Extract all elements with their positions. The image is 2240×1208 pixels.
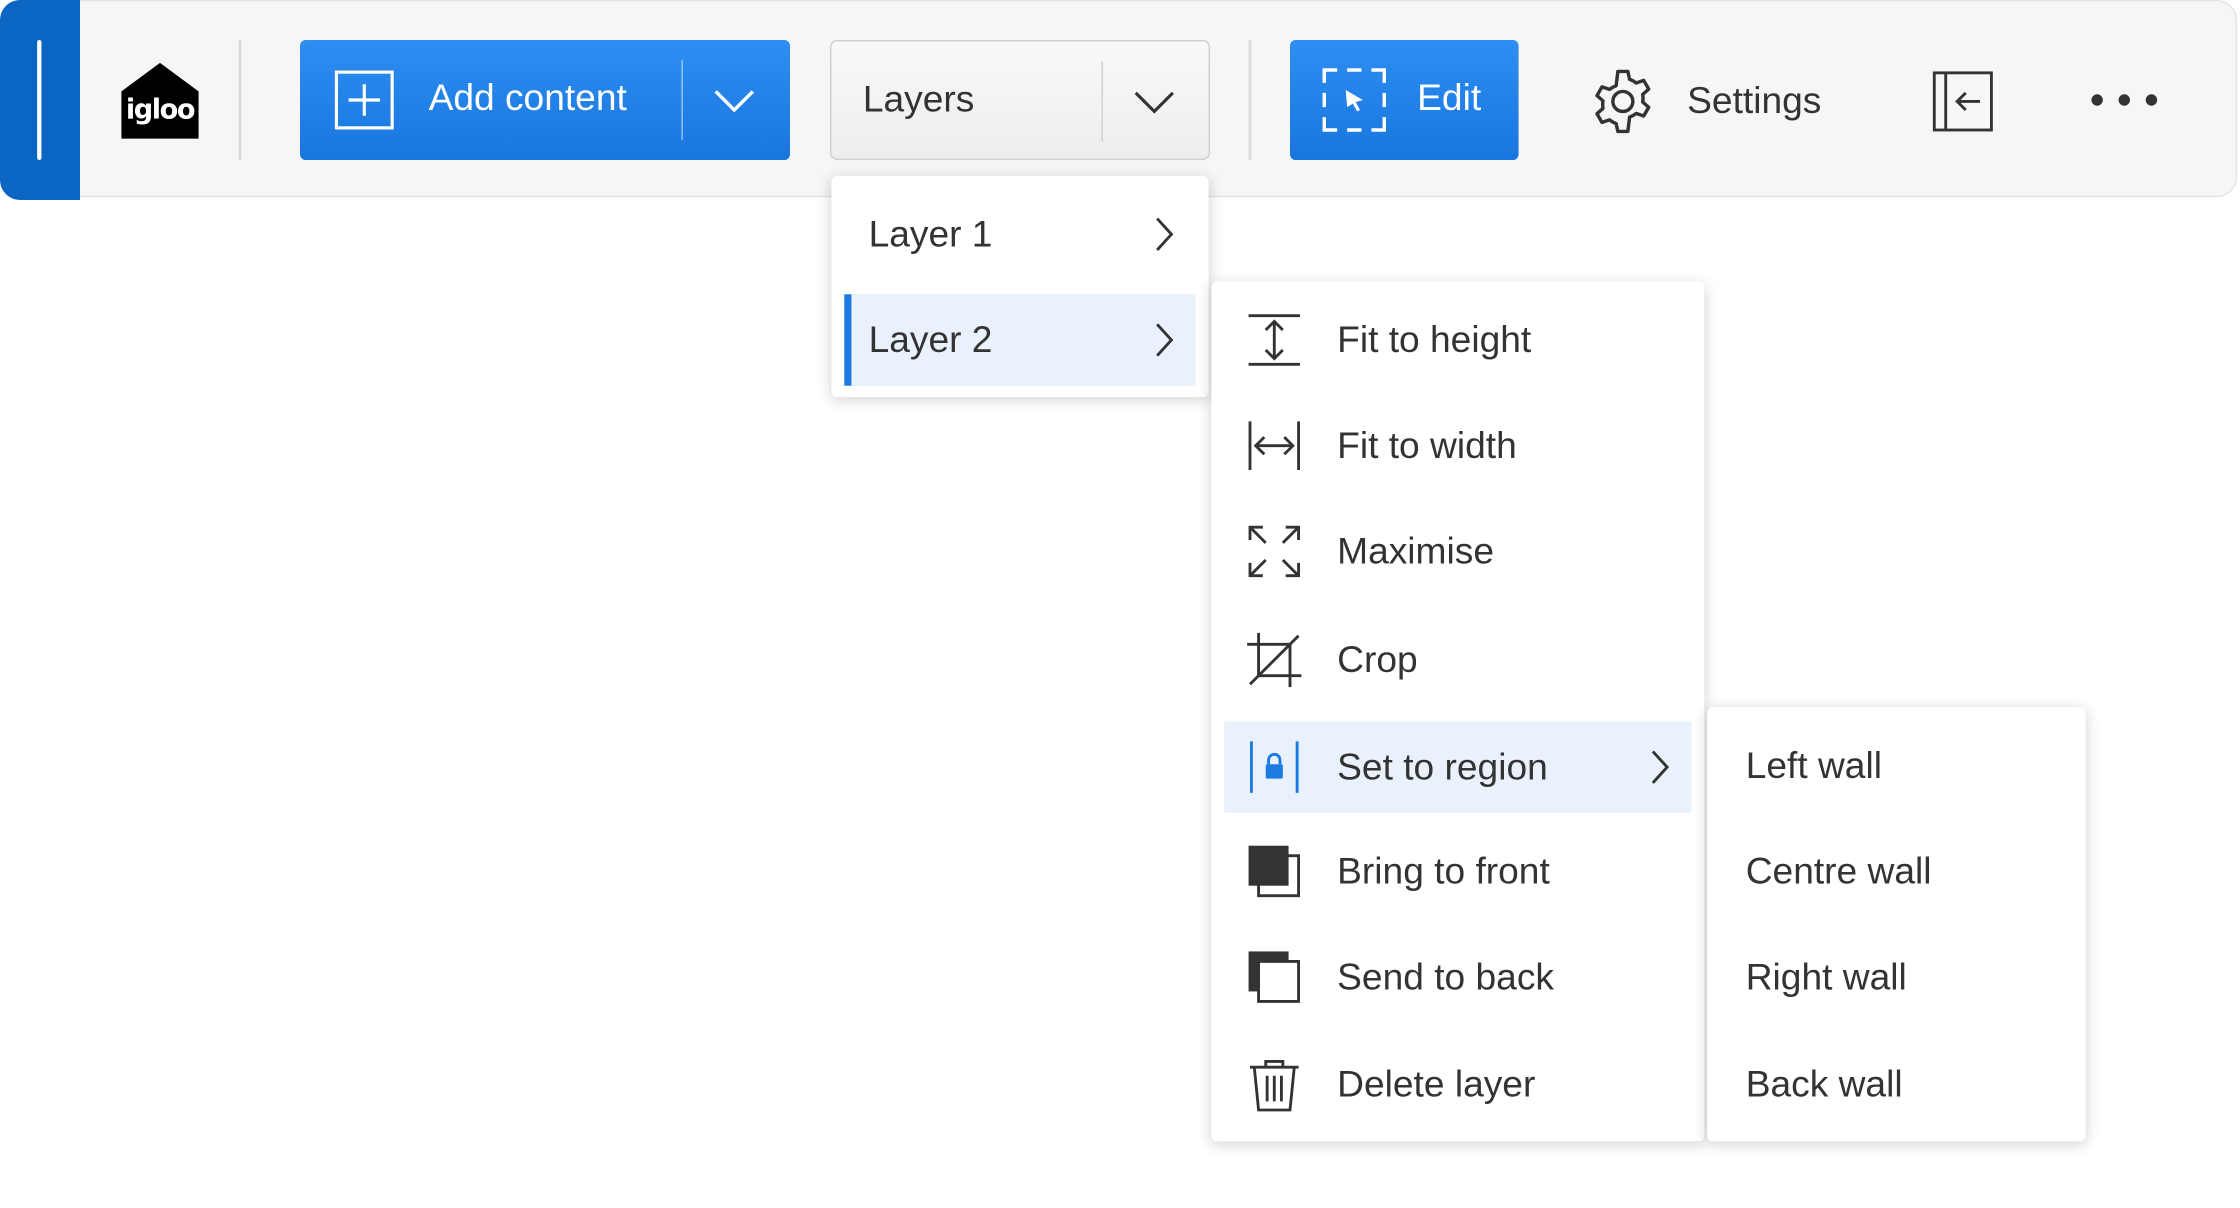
trash-icon bbox=[1249, 1059, 1299, 1112]
add-content-label: Add content bbox=[428, 75, 627, 119]
menu-item-label: Bring to front bbox=[1337, 849, 1550, 893]
layers-dropdown[interactable]: Layers bbox=[829, 39, 1210, 160]
edit-label: Edit bbox=[1417, 75, 1482, 119]
region-lock-icon bbox=[1249, 741, 1299, 793]
grip-line bbox=[37, 39, 42, 160]
menu-item-centre-wall[interactable]: Centre wall bbox=[1707, 824, 2086, 918]
menu-item-set-to-region[interactable]: Set to region bbox=[1224, 721, 1692, 813]
menu-item-label: Left wall bbox=[1745, 743, 1882, 787]
menu-item-bring-to-front[interactable]: Bring to front bbox=[1211, 824, 1704, 918]
split-divider bbox=[1101, 61, 1103, 142]
menu-item-label: Layer 1 bbox=[868, 212, 993, 255]
fit-height-icon bbox=[1248, 314, 1300, 366]
chevron-right-icon bbox=[1156, 323, 1174, 357]
menu-item-layer-2[interactable]: Layer 2 bbox=[844, 294, 1196, 386]
drag-handle[interactable] bbox=[0, 0, 80, 200]
logo-text: igloo bbox=[125, 94, 196, 126]
menu-item-label: Centre wall bbox=[1745, 849, 1932, 893]
edit-button[interactable]: Edit bbox=[1289, 39, 1519, 160]
menu-item-left-wall[interactable]: Left wall bbox=[1707, 719, 2086, 813]
selection-indicator bbox=[844, 294, 852, 386]
menu-item-maximise[interactable]: Maximise bbox=[1211, 504, 1704, 598]
app-canvas: igloo Add content Layers Edit Settings L… bbox=[0, 0, 2240, 1208]
menu-item-send-to-back[interactable]: Send to back bbox=[1211, 930, 1704, 1024]
menu-item-fit-to-width[interactable]: Fit to width bbox=[1211, 399, 1704, 493]
selection-cursor-icon bbox=[1322, 68, 1386, 132]
split-divider bbox=[681, 59, 683, 140]
menu-item-delete-layer[interactable]: Delete layer bbox=[1211, 1037, 1704, 1131]
menu-item-crop[interactable]: Crop bbox=[1211, 613, 1704, 707]
fit-width-icon bbox=[1248, 421, 1300, 470]
layers-menu: Layer 1 Layer 2 bbox=[831, 175, 1209, 398]
chevron-down-icon[interactable] bbox=[711, 80, 757, 120]
collapse-panel-icon[interactable] bbox=[1929, 67, 1998, 136]
menu-item-label: Back wall bbox=[1745, 1062, 1903, 1105]
maximise-icon bbox=[1248, 525, 1300, 578]
toolbar-divider bbox=[238, 39, 242, 160]
menu-item-label: Fit to height bbox=[1337, 317, 1532, 361]
crop-icon bbox=[1247, 632, 1302, 688]
menu-item-label: Maximise bbox=[1337, 529, 1494, 573]
menu-item-label: Delete layer bbox=[1337, 1062, 1536, 1105]
layer-actions-menu: Fit to height Fit to width Maximise Crop… bbox=[1211, 281, 1705, 1142]
add-content-button[interactable]: Add content bbox=[299, 39, 790, 160]
menu-item-fit-to-height[interactable]: Fit to height bbox=[1211, 293, 1704, 387]
chevron-right-icon bbox=[1156, 217, 1174, 251]
send-back-icon bbox=[1248, 951, 1300, 1003]
settings-label: Settings bbox=[1687, 78, 1822, 122]
menu-item-right-wall[interactable]: Right wall bbox=[1707, 930, 2086, 1024]
layers-label: Layers bbox=[862, 77, 975, 120]
menu-item-layer-1[interactable]: Layer 1 bbox=[831, 187, 1208, 281]
menu-item-label: Layer 2 bbox=[868, 317, 993, 361]
settings-button[interactable]: Settings bbox=[1586, 57, 1843, 143]
bring-front-icon bbox=[1248, 845, 1300, 898]
chevron-down-icon bbox=[1134, 91, 1174, 114]
more-dots-icon[interactable] bbox=[2086, 79, 2166, 122]
menu-item-label: Set to region bbox=[1337, 744, 1548, 788]
chevron-right-icon bbox=[1651, 750, 1670, 784]
toolbar-divider bbox=[1248, 39, 1252, 160]
menu-item-label: Fit to width bbox=[1337, 423, 1517, 467]
menu-item-label: Send to back bbox=[1337, 954, 1554, 998]
plus-box-icon bbox=[334, 70, 394, 130]
gear-icon bbox=[1595, 69, 1651, 134]
region-menu: Left wall Centre wall Right wall Back wa… bbox=[1707, 707, 2086, 1142]
menu-item-back-wall[interactable]: Back wall bbox=[1707, 1037, 2086, 1131]
menu-item-label: Crop bbox=[1337, 637, 1418, 681]
menu-item-label: Right wall bbox=[1745, 954, 1907, 998]
